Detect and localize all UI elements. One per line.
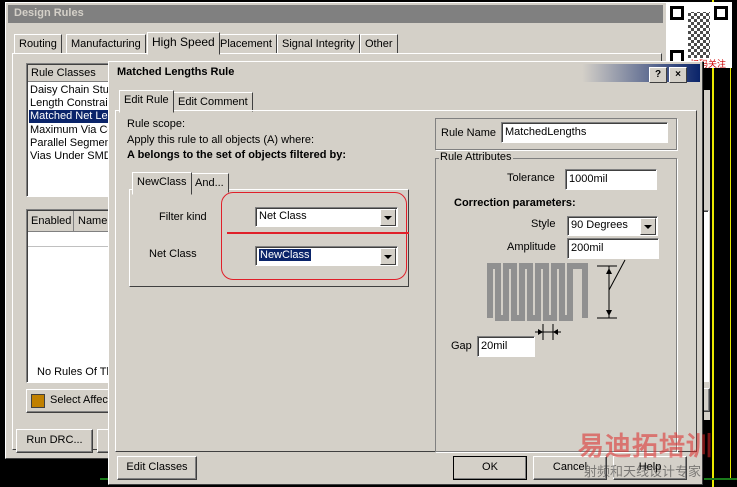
- filter-kind-label: Filter kind: [159, 211, 207, 223]
- tab-manufacturing-label: Manufacturing: [71, 38, 141, 50]
- apply-rule-text: Apply this rule to all objects (A) where…: [127, 134, 315, 146]
- select-affected-label: Select Affec: [50, 394, 108, 406]
- tab-manufacturing[interactable]: Manufacturing: [66, 34, 146, 54]
- outer-tab-strip: Routing Manufacturing High Speed Placeme…: [14, 32, 414, 55]
- gap-value: 20mil: [481, 340, 508, 352]
- dialog-title-bar: Matched Lengths Rule ? ×: [111, 64, 700, 83]
- watermark-tagline: 射频和天线设计专家: [584, 464, 702, 479]
- serpentine-trace: [487, 263, 588, 321]
- tab-other-label: Other: [365, 38, 393, 50]
- watermark-brand: 易迪拓培训: [578, 431, 714, 461]
- gap-label: Gap: [451, 340, 472, 352]
- tab-signal-integrity-label: Signal Integrity: [282, 38, 355, 50]
- qr-pattern: [688, 12, 710, 58]
- chevron-down-icon[interactable]: [640, 218, 656, 235]
- run-drc-label: Run DRC...: [26, 434, 83, 446]
- outer-title: Design Rules: [14, 7, 84, 19]
- qr-finder: [714, 6, 728, 20]
- amplitude-leader: [608, 259, 626, 291]
- rule-class-item-selected-label: Matched Net Le: [30, 110, 108, 122]
- red-annotation-line: [227, 232, 409, 234]
- red-annotation-oval: [221, 192, 407, 280]
- tab-other[interactable]: Other: [360, 34, 398, 54]
- run-drc-button[interactable]: Run DRC...: [16, 429, 93, 453]
- tolerance-value: 1000mil: [569, 173, 608, 185]
- style-value: 90 Degrees: [571, 219, 628, 231]
- name-column-header[interactable]: Name: [78, 215, 107, 227]
- pcb-right-border: [712, 0, 714, 487]
- ok-label: OK: [482, 461, 498, 473]
- tab-routing[interactable]: Routing: [14, 34, 62, 54]
- rule-name-label: Rule Name: [441, 127, 497, 139]
- rule-class-item[interactable]: Parallel Segment: [30, 137, 114, 149]
- qr-code: 扫码关注: [666, 2, 732, 69]
- tab-routing-label: Routing: [19, 38, 57, 50]
- dialog-title: Matched Lengths Rule: [117, 66, 235, 78]
- tab-edit-comment-label: Edit Comment: [178, 96, 248, 108]
- amplitude-label: Amplitude: [507, 241, 556, 253]
- style-select[interactable]: 90 Degrees: [567, 216, 658, 236]
- amplitude-input[interactable]: 200mil: [567, 238, 659, 259]
- close-title-button[interactable]: ×: [669, 67, 687, 83]
- rule-scope-label: Rule scope:: [127, 118, 186, 130]
- tab-placement-label: Placement: [220, 38, 272, 50]
- rule-attributes-label: Rule Attributes: [439, 151, 513, 163]
- net-class-label: Net Class: [149, 248, 197, 260]
- close-icon: ×: [675, 69, 681, 80]
- edit-classes-label: Edit Classes: [126, 461, 188, 473]
- ok-button[interactable]: OK: [453, 456, 527, 480]
- tab-and-label: And...: [195, 177, 224, 189]
- qr-finder: [670, 6, 684, 20]
- rule-name-input[interactable]: MatchedLengths: [501, 122, 668, 143]
- matched-lengths-dialog: Matched Lengths Rule ? × Edit Rule Edit …: [108, 61, 703, 485]
- gap-dimension: [535, 324, 561, 340]
- pcb-right-border-2: [730, 60, 731, 480]
- tab-edit-comment[interactable]: Edit Comment: [173, 92, 253, 112]
- tolerance-input[interactable]: 1000mil: [565, 169, 657, 190]
- rule-class-item[interactable]: Daisy Chain Stub: [30, 84, 115, 96]
- tolerance-label: Tolerance: [507, 172, 555, 184]
- outer-title-bar: Design Rules: [8, 5, 663, 23]
- amplitude-value: 200mil: [571, 242, 604, 254]
- gap-input[interactable]: 20mil: [477, 336, 535, 357]
- help-title-button[interactable]: ?: [649, 67, 667, 83]
- tab-newclass[interactable]: NewClass: [132, 172, 192, 195]
- style-label: Style: [531, 218, 556, 230]
- enabled-column-header[interactable]: Enabled: [31, 215, 71, 227]
- tab-edit-rule[interactable]: Edit Rule: [119, 90, 174, 113]
- tab-edit-rule-label: Edit Rule: [124, 94, 169, 106]
- tab-placement[interactable]: Placement: [215, 34, 277, 54]
- select-affected-icon: [31, 394, 45, 408]
- column-divider: [73, 211, 74, 231]
- tab-high-speed[interactable]: High Speed: [147, 32, 220, 55]
- edit-classes-button[interactable]: Edit Classes: [117, 456, 197, 480]
- no-rules-text: No Rules Of Th: [37, 366, 113, 378]
- rule-name-value: MatchedLengths: [505, 126, 587, 138]
- rule-class-item[interactable]: Vias Under SMD: [30, 150, 112, 162]
- belongs-text: A belongs to the set of objects filtered…: [127, 149, 347, 161]
- tab-and[interactable]: And...: [190, 173, 229, 193]
- help-title-icon: ?: [654, 69, 662, 80]
- tab-newclass-label: NewClass: [137, 176, 187, 188]
- rule-class-item[interactable]: Maximum Via Co: [30, 124, 114, 136]
- tab-signal-integrity[interactable]: Signal Integrity: [277, 34, 360, 54]
- rule-class-item[interactable]: Length Constrain: [30, 97, 114, 109]
- tab-high-speed-label: High Speed: [152, 35, 215, 49]
- correction-label: Correction parameters:: [454, 197, 576, 209]
- rule-classes-header-label: Rule Classes: [31, 67, 96, 79]
